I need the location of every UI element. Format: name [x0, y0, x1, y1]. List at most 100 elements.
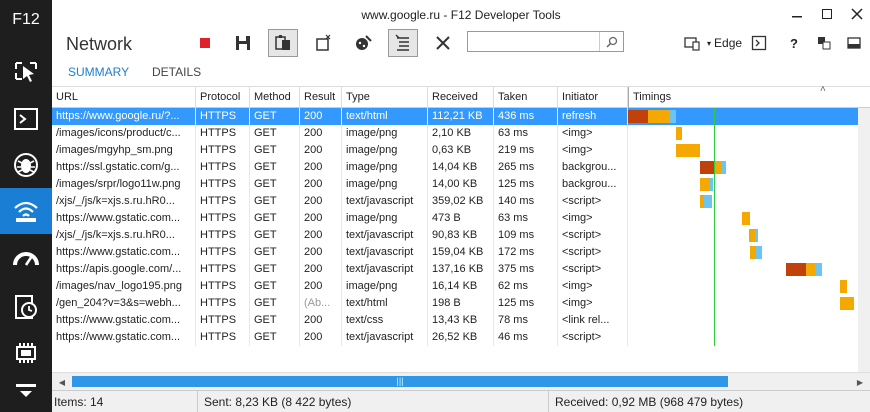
undock-button[interactable] — [814, 29, 834, 57]
console-tool-button[interactable] — [0, 96, 52, 142]
cell-protocol: HTTPS — [196, 227, 250, 244]
cell-taken: 62 ms — [494, 278, 558, 295]
emulation-mode-dropdown[interactable]: ▾ Edge — [684, 33, 742, 53]
cell-result: (Ab... — [300, 295, 342, 312]
cell-initiator: backgrou... — [558, 176, 628, 193]
cell-url: /images/icons/product/c... — [52, 125, 196, 142]
timing-bar-receive — [742, 212, 750, 225]
timing-bar-receive — [840, 280, 847, 293]
cell-initiator: <img> — [558, 125, 628, 142]
col-taken-header[interactable]: Taken — [494, 87, 558, 108]
list-clear-icon — [395, 34, 409, 51]
cell-url: /images/srpr/logo11w.png — [52, 176, 196, 193]
always-refresh-button[interactable] — [268, 29, 298, 57]
timing-bar-wait — [700, 161, 714, 174]
maximize-button[interactable] — [818, 6, 836, 22]
cell-url: https://www.gstatic.com... — [52, 329, 196, 346]
col-result-header[interactable]: Result — [300, 87, 342, 108]
cell-type: text/javascript — [342, 261, 428, 278]
cell-result: 200 — [300, 312, 342, 329]
cell-initiator: <link rel... — [558, 312, 628, 329]
scroll-right-icon[interactable]: ▶ — [854, 376, 866, 388]
horizontal-scrollbar[interactable]: ◀ ||| ▶ — [52, 372, 870, 390]
cell-result: 200 — [300, 227, 342, 244]
timing-bar-receive — [676, 144, 700, 157]
clear-cookies-button[interactable] — [348, 29, 378, 57]
tab-details[interactable]: DETAILS — [152, 65, 201, 79]
chevron-down-icon: ▾ — [707, 38, 712, 48]
col-received-header[interactable]: Received — [428, 87, 494, 108]
clear-entries-button[interactable] — [388, 29, 418, 57]
undock-icon — [818, 37, 831, 50]
vertical-scrollbar[interactable] — [858, 108, 870, 372]
cell-protocol: HTTPS — [196, 312, 250, 329]
cell-taken: 78 ms — [494, 312, 558, 329]
cell-received: 2,10 KB — [428, 125, 494, 142]
cell-method: GET — [250, 193, 300, 210]
timing-bar-end — [722, 161, 726, 174]
more-tools-button[interactable] — [0, 376, 52, 412]
tab-summary[interactable]: SUMMARY — [68, 65, 129, 79]
cell-method: GET — [250, 227, 300, 244]
col-type-header[interactable]: Type — [342, 87, 428, 108]
cell-taken: 140 ms — [494, 193, 558, 210]
col-timings-header[interactable]: Timings — [628, 87, 870, 108]
help-button[interactable]: ? — [784, 29, 804, 57]
col-protocol-header[interactable]: Protocol — [196, 87, 250, 108]
cell-received: 159,04 KB — [428, 244, 494, 261]
search-button[interactable] — [599, 32, 623, 51]
dock-bottom-button[interactable] — [844, 29, 864, 57]
cell-received: 26,52 KB — [428, 329, 494, 346]
cell-type: text/javascript — [342, 227, 428, 244]
cell-protocol: HTTPS — [196, 125, 250, 142]
timing-bar-end — [670, 110, 676, 123]
performance-tool-button[interactable] — [0, 236, 52, 282]
network-tool-button[interactable] — [0, 188, 52, 234]
cell-protocol: HTTPS — [196, 176, 250, 193]
clear-entries-navigate-button[interactable] — [308, 29, 338, 57]
cell-initiator: <img> — [558, 210, 628, 227]
cell-received: 473 B — [428, 210, 494, 227]
clear-x-icon — [436, 36, 450, 50]
stop-profiling-button[interactable] — [190, 29, 220, 57]
cell-protocol: HTTPS — [196, 108, 250, 125]
cell-method: GET — [250, 142, 300, 159]
cell-received: 198 B — [428, 295, 494, 312]
cell-result: 200 — [300, 125, 342, 142]
memory-tool-button[interactable] — [0, 330, 52, 376]
network-wifi-icon — [14, 201, 38, 222]
export-har-button[interactable] — [228, 29, 258, 57]
search-box — [467, 31, 624, 52]
cell-type: text/javascript — [342, 244, 428, 261]
search-input[interactable] — [468, 32, 596, 51]
minimize-button[interactable] — [788, 6, 806, 22]
cell-initiator: <script> — [558, 329, 628, 346]
cell-url: /xjs/_/js/k=xjs.s.ru.hR0... — [52, 193, 196, 210]
cell-taken: 63 ms — [494, 210, 558, 227]
status-divider — [548, 391, 549, 412]
cell-received: 90,83 KB — [428, 227, 494, 244]
cell-method: GET — [250, 159, 300, 176]
cell-taken: 172 ms — [494, 244, 558, 261]
console-toggle-button[interactable] — [748, 29, 770, 57]
cell-method: GET — [250, 108, 300, 125]
timing-bar-end — [704, 195, 712, 208]
col-initiator-header[interactable]: Initiator — [558, 87, 628, 108]
cell-type: image/png — [342, 125, 428, 142]
scroll-thumb[interactable]: ||| — [72, 376, 728, 387]
col-url-header[interactable]: URL — [52, 87, 196, 108]
cell-taken: 63 ms — [494, 125, 558, 142]
window-title: www.google.ru - F12 Developer Tools — [361, 8, 561, 22]
col-method-header[interactable]: Method — [250, 87, 300, 108]
debugger-tool-button[interactable] — [0, 142, 52, 188]
dom-explorer-tool-button[interactable] — [0, 48, 52, 94]
cell-received: 359,02 KB — [428, 193, 494, 210]
memory-timer-tool-button[interactable] — [0, 284, 52, 330]
cell-url: https://www.gstatic.com... — [52, 210, 196, 227]
table-header: URL Protocol Method Result Type Received Taken… — [52, 84, 870, 108]
cell-result: 200 — [300, 159, 342, 176]
scroll-left-icon[interactable]: ◀ — [56, 376, 68, 388]
clear-session-button[interactable] — [428, 29, 458, 57]
close-window-button[interactable] — [848, 6, 866, 22]
memory-timer-icon — [15, 295, 37, 319]
